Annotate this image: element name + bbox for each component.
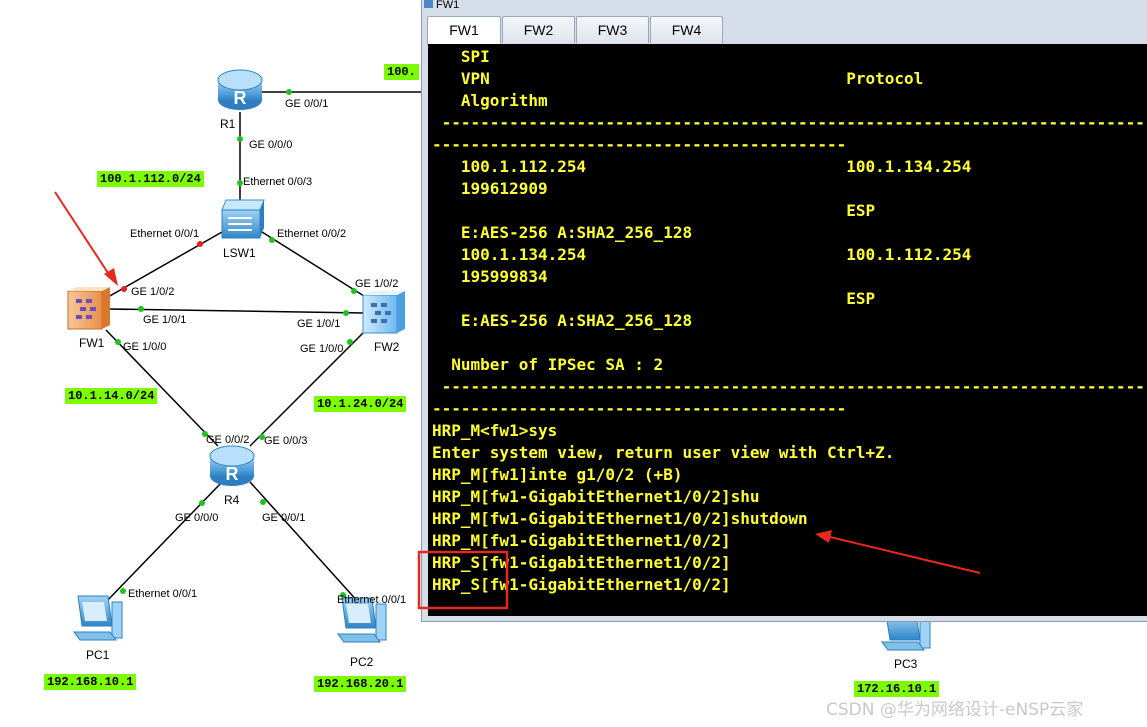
link-fw1-fw2 — [107, 308, 365, 314]
interface-label: GE 1/0/0 — [300, 343, 344, 355]
console-line: ESP — [432, 201, 876, 220]
device-label-lsw1: LSW1 — [223, 246, 256, 260]
device-label-pc3: PC3 — [894, 657, 918, 671]
network-label: 100.1.112.0/24 — [97, 171, 204, 187]
console-line: HRP_M[fw1-GigabitEthernet1/0/2]shutdown — [432, 509, 808, 528]
window-title: FW1 — [424, 0, 459, 12]
device-label-fw1: FW1 — [79, 336, 105, 350]
ip-label-pc2: 192.168.20.1 — [314, 676, 407, 692]
console-line: Algorithm — [432, 91, 548, 110]
watermark: CSDN @华为网络设计-eNSP云家 — [826, 700, 1084, 720]
console-line: 199612909 — [432, 179, 548, 198]
console-line: HRP_S[fw1-GigabitEthernet1/0/2] — [432, 575, 731, 594]
tab-fw3[interactable]: FW3 — [576, 16, 649, 43]
tab-fw2[interactable]: FW2 — [502, 16, 575, 43]
network-label: 10.1.14.0/24 — [65, 388, 158, 404]
interface-label: GE 0/0/2 — [206, 434, 250, 446]
device-label-pc1: PC1 — [86, 648, 110, 662]
interface-label: GE 0/0/1 — [285, 98, 329, 110]
interface-label: Ethernet 0/0/3 — [243, 176, 313, 188]
console-line: 100.1.112.254 100.1.134.254 — [432, 157, 972, 176]
annotation-arrow-fw1 — [54, 191, 118, 286]
console-line: SPI — [432, 47, 490, 66]
router-icon[interactable]: R — [217, 69, 263, 110]
console-line: VPN Protocol — [432, 69, 924, 88]
console-line: ----------------------------------------… — [432, 377, 1147, 396]
tab-fw4[interactable]: FW4 — [650, 16, 723, 43]
interface-label: GE 0/0/0 — [175, 512, 219, 524]
tab-fw1[interactable]: FW1 — [427, 16, 501, 45]
interface-label: Ethernet 0/0/1 — [337, 594, 407, 606]
console-line: HRP_S[fw1-GigabitEthernet1/0/2] — [432, 553, 731, 572]
ip-label-pc1: 192.168.10.1 — [44, 674, 137, 690]
console-line: ----------------------------------------… — [432, 399, 847, 418]
interface-label: Ethernet 0/0/1 — [128, 588, 198, 600]
console-line: Enter system view, return user view with… — [432, 443, 895, 462]
console-line: 100.1.134.254 100.1.112.254 — [432, 245, 972, 264]
network-label: 10.1.24.0/24 — [314, 396, 407, 412]
device-label-r1: R1 — [220, 117, 236, 131]
console-line: ----------------------------------------… — [432, 135, 847, 154]
firewall-icon[interactable] — [362, 291, 405, 334]
interface-label: GE 0/0/1 — [262, 512, 306, 524]
router-icon[interactable]: R — [209, 445, 255, 486]
svg-text:R: R — [234, 88, 247, 108]
device-label-r4: R4 — [224, 493, 240, 507]
svg-text:R: R — [226, 464, 239, 484]
interface-label: GE 1/0/1 — [143, 314, 187, 326]
console-line: 195999834 — [432, 267, 548, 286]
window-icon — [424, 0, 433, 8]
interface-label: Ethernet 0/0/2 — [277, 228, 347, 240]
console-line: HRP_M[fw1-GigabitEthernet1/0/2]shu — [432, 487, 760, 506]
network-label: 100. — [384, 64, 419, 80]
interface-label: GE 1/0/2 — [131, 286, 175, 298]
console-line: E:AES-256 A:SHA2_256_128 — [432, 311, 693, 330]
device-label-pc2: PC2 — [350, 655, 374, 669]
console-window[interactable]: FW1 FW1 FW2 FW3 FW4 SPI VPN Protocol Alg… — [421, 0, 1147, 622]
console-line: HRP_M[fw1-GigabitEthernet1/0/2] — [432, 531, 731, 550]
console-line: Number of IPSec SA : 2 — [432, 355, 664, 374]
link-r4-pc2 — [249, 481, 361, 605]
pc-icon[interactable] — [73, 595, 123, 641]
console-line: HRP_M[fw1]inte g1/0/2 (+B) — [432, 465, 683, 484]
console-line: ESP — [432, 289, 876, 308]
console-line: HRP_M<fw1>sys — [432, 421, 558, 440]
interface-label: Ethernet 0/0/1 — [130, 228, 200, 240]
interface-label: GE 0/0/3 — [264, 435, 308, 447]
interface-label: GE 1/0/0 — [123, 341, 167, 353]
link-r4-pc1 — [103, 481, 223, 605]
link-lsw1-fw2 — [261, 231, 365, 297]
interface-label: GE 0/0/0 — [249, 139, 293, 151]
terminal-output[interactable]: SPI VPN Protocol Algorithm -------------… — [428, 44, 1147, 616]
console-line: E:AES-256 A:SHA2_256_128 — [432, 223, 693, 242]
interface-label: GE 1/0/1 — [297, 318, 341, 330]
interface-label: GE 1/0/2 — [355, 278, 399, 290]
console-line: ----------------------------------------… — [432, 113, 1147, 132]
firewall-icon[interactable] — [67, 287, 110, 330]
switch-icon[interactable] — [221, 199, 265, 239]
device-label-fw2: FW2 — [374, 340, 400, 354]
